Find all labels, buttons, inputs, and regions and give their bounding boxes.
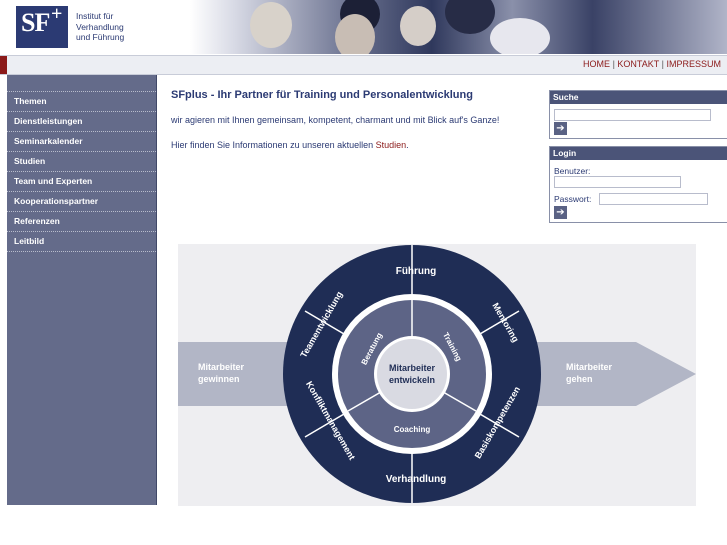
sidebar-item-team[interactable]: Team und Experten [7, 172, 156, 192]
logo-plus: + [51, 3, 63, 25]
center-label-line2: entwickeln [389, 375, 435, 385]
login-title: Login [550, 147, 727, 160]
login-panel: Login Benutzer: Passwort: ➔ [549, 146, 727, 223]
logo-mark: SF [21, 8, 50, 37]
site-header: SF + Institut für Verhandlung und Führun… [0, 0, 727, 56]
center-core [377, 339, 447, 409]
accent-stripe [0, 56, 7, 74]
search-title: Suche [550, 91, 727, 104]
arrow-right-icon: ➔ [556, 123, 565, 134]
search-panel: Suche ➔ [549, 90, 727, 139]
left-arrow-line1: Mitarbeiter [198, 362, 245, 372]
search-input[interactable] [554, 109, 711, 121]
username-label: Benutzer: [554, 166, 591, 176]
center-label-line1: Mitarbeiter [389, 363, 436, 373]
search-submit-button[interactable]: ➔ [554, 122, 567, 135]
nav-separator: | [612, 59, 615, 69]
right-arrow-line2: gehen [566, 374, 593, 384]
sidebar-menu: Themen Dienstleistungen Seminarkalender … [7, 91, 156, 252]
sidebar-item-referenzen[interactable]: Referenzen [7, 212, 156, 232]
right-arrow [523, 342, 696, 406]
top-bar: HOME | KONTAKT | IMPRESSUM [0, 56, 727, 75]
outer-label-verhandlung: Verhandlung [386, 474, 447, 485]
intro-text: wir agieren mit Ihnen gemeinsam, kompete… [171, 115, 500, 125]
sidebar-item-leitbild[interactable]: Leitbild [7, 232, 156, 252]
nav-kontakt-link[interactable]: KONTAKT [617, 59, 659, 69]
studien-text: Hier finden Sie Informationen zu unseren… [171, 140, 409, 150]
outer-label-fuehrung: Führung [396, 266, 437, 277]
logo[interactable]: SF + [16, 3, 68, 48]
nav-impressum-link[interactable]: IMPRESSUM [666, 59, 721, 69]
nav-separator: | [661, 59, 664, 69]
sidebar-item-kooperationspartner[interactable]: Kooperationspartner [7, 192, 156, 212]
competence-wheel: Mitarbeiter gewinnen Mitarbeiter gehen M… [178, 245, 696, 503]
nav-home-link[interactable]: HOME [583, 59, 610, 69]
header-photo [190, 0, 727, 54]
studien-link[interactable]: Studien [376, 140, 407, 150]
password-label: Passwort: [554, 194, 592, 204]
sidebar-item-studien[interactable]: Studien [7, 152, 156, 172]
arrow-right-icon: ➔ [556, 207, 565, 218]
sidebar: Themen Dienstleistungen Seminarkalender … [7, 75, 157, 505]
inner-label-coaching: Coaching [394, 425, 431, 434]
page-title: SFplus - Ihr Partner für Training und Pe… [171, 89, 473, 101]
sidebar-item-seminarkalender[interactable]: Seminarkalender [7, 132, 156, 152]
sidebar-item-themen[interactable]: Themen [7, 92, 156, 112]
password-field[interactable] [599, 193, 708, 205]
top-nav: HOME | KONTAKT | IMPRESSUM [583, 59, 721, 69]
username-field[interactable] [554, 176, 681, 188]
left-arrow-line2: gewinnen [198, 374, 240, 384]
login-submit-button[interactable]: ➔ [554, 206, 567, 219]
right-arrow-line1: Mitarbeiter [566, 362, 613, 372]
sidebar-item-dienstleistungen[interactable]: Dienstleistungen [7, 112, 156, 132]
logo-text: Institut für Verhandlung und Führung [76, 11, 125, 42]
competence-diagram: Mitarbeiter gewinnen Mitarbeiter gehen M… [178, 244, 696, 506]
main-content: SFplus - Ihr Partner für Training und Pe… [171, 89, 541, 165]
